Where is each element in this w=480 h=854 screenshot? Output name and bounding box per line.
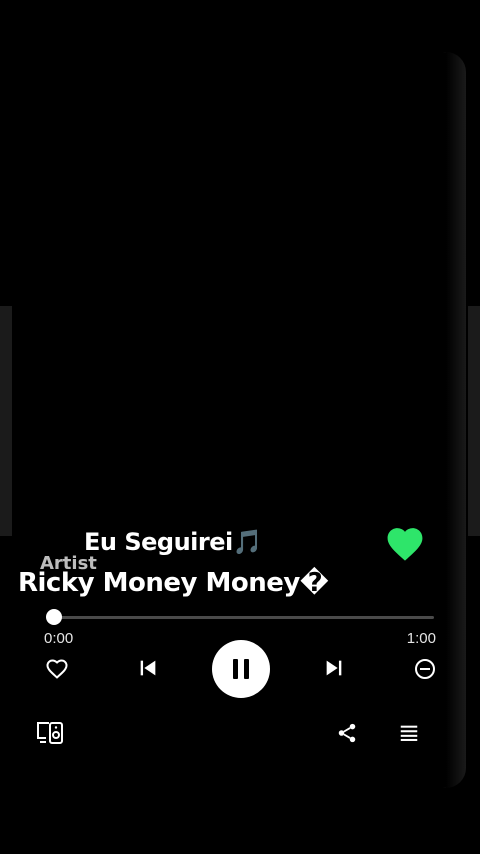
- artist-name[interactable]: Ricky Money Money�: [18, 568, 329, 598]
- time-current: 0:00: [44, 630, 74, 647]
- progress-thumb[interactable]: [46, 609, 62, 625]
- pause-icon: [233, 659, 249, 679]
- phone-edge: [446, 52, 466, 788]
- heart-filled-icon[interactable]: [386, 526, 424, 562]
- track-title: Eu Seguirei🎵: [84, 528, 263, 556]
- side-strip-right: [468, 306, 480, 536]
- heart-outline-icon[interactable]: [44, 656, 70, 682]
- skip-next-icon[interactable]: [322, 656, 346, 680]
- skip-previous-icon[interactable]: [136, 656, 160, 680]
- share-icon[interactable]: [334, 720, 360, 746]
- time-total: 1:00: [406, 630, 436, 647]
- side-strip-left: [0, 306, 12, 536]
- minus-circle-icon[interactable]: [412, 656, 438, 682]
- progress-bar[interactable]: [54, 616, 434, 619]
- queue-icon[interactable]: [396, 720, 422, 746]
- devices-icon[interactable]: [34, 718, 66, 748]
- pause-button[interactable]: [212, 640, 270, 698]
